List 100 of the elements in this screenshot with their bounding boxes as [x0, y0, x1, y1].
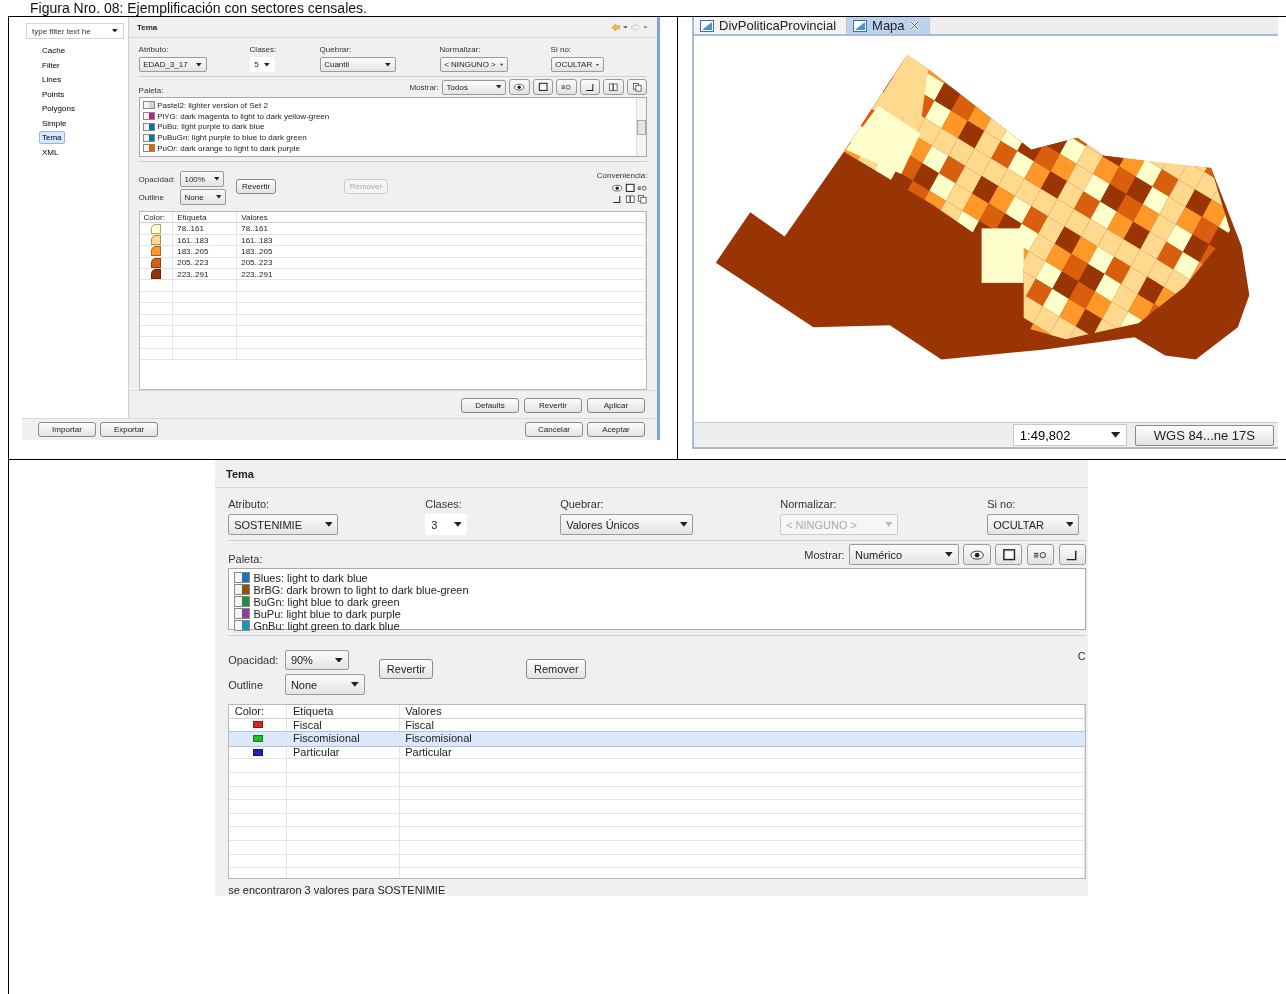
number-dropdown[interactable]: 3	[425, 514, 468, 535]
convenience-label: C	[1077, 649, 1086, 662]
tree-item[interactable]: Polygons	[39, 102, 78, 115]
dropdown[interactable]: 100%	[179, 171, 224, 187]
toggle-button[interactable]	[556, 79, 577, 95]
outline-label: Outline	[138, 192, 165, 202]
tab[interactable]: DivPoliticaProvincial	[694, 17, 848, 34]
field-label: Si no:	[987, 498, 1016, 511]
copy-icon	[632, 81, 643, 93]
eye-icon	[612, 182, 623, 194]
legend-row[interactable]: 223..291 223..291	[139, 269, 647, 281]
field-label: Normalizar:	[439, 45, 481, 55]
caret-icon	[1065, 522, 1074, 527]
dialog-button[interactable]: Aceptar	[587, 422, 645, 437]
toggle-button[interactable]	[1026, 544, 1055, 565]
show-label: Mostrar:	[804, 548, 845, 561]
palette-item[interactable]: PuBu: light purple to dark blue	[142, 121, 633, 133]
table-cell: 161..183	[173, 234, 238, 246]
dropdown[interactable]: < NINGUNO >	[439, 57, 508, 73]
dropdown[interactable]: None	[284, 674, 365, 696]
corner-line-icon	[584, 81, 596, 93]
field-label: Clases:	[425, 498, 462, 511]
panel-title: Tema	[137, 22, 158, 32]
dropdown[interactable]: OCULTAR	[987, 514, 1080, 535]
dialog-button[interactable]: Revertir	[524, 398, 582, 413]
palette-item[interactable]: PuOr: dark orange to light to dark purple	[142, 143, 633, 154]
palette-item[interactable]: GnBu: light green to dark blue	[233, 619, 1081, 632]
table-cell: Particular	[287, 745, 400, 759]
dialog-button[interactable]: Importar	[38, 422, 96, 437]
palette-item[interactable]: PiYG: dark magenta to light to dark yellow-green	[142, 110, 633, 122]
toggle-button[interactable]	[532, 79, 554, 95]
dropdown[interactable]: None	[179, 189, 226, 205]
dialog-button[interactable]: Exportar	[100, 422, 158, 437]
dropdown[interactable]: SOSTENIMIE	[228, 514, 339, 535]
toggle-button[interactable]	[627, 79, 648, 95]
figure-caption: Figura Nro. 08: Ejemplificación con sectores censales.	[29, 0, 368, 16]
palette-item[interactable]: PuBuGn: light purple to blue to dark green	[142, 132, 633, 144]
toggle-button[interactable]	[963, 544, 991, 565]
tree-item[interactable]: Tema	[39, 131, 65, 144]
tree-item[interactable]: Cache	[39, 44, 69, 57]
tab-label: DivPoliticaProvincial	[719, 18, 837, 33]
palette-swatch	[142, 144, 155, 153]
caret-icon	[499, 62, 503, 67]
dialog-button[interactable]: Aplicar	[587, 398, 645, 413]
dropdown[interactable]: Valores Únicos	[560, 514, 694, 535]
field-label: Quebrar:	[319, 45, 352, 55]
toggle-button[interactable]	[1058, 544, 1086, 565]
show-label: Mostrar:	[409, 82, 439, 92]
column-header: Valores	[237, 212, 647, 223]
legend-row[interactable]: Fiscomisional Fiscomisional	[229, 732, 1085, 746]
tree-item[interactable]: Lines	[39, 73, 65, 86]
dropdown[interactable]: Todos	[441, 79, 506, 95]
remove-button[interactable]: Remover	[526, 659, 587, 679]
number-dropdown[interactable]: 5	[249, 57, 275, 73]
panel-title: Tema	[226, 467, 254, 480]
legend-row[interactable]: 183..205 183..205	[139, 246, 647, 258]
tab[interactable]: Mapa	[847, 17, 930, 34]
tree-item[interactable]: Filter	[39, 58, 63, 72]
table-cell: Fiscomisional	[287, 732, 400, 745]
back-arrow-icon[interactable]	[610, 22, 629, 32]
filter-field[interactable]: type filter text he	[26, 23, 124, 39]
tree-item[interactable]: XML	[39, 145, 62, 159]
copy-icon	[637, 194, 648, 205]
crs-button[interactable]: WGS 84...ne 17S	[1134, 424, 1274, 446]
dialog-button[interactable]: Cancelar	[525, 422, 583, 437]
toggle-button[interactable]	[603, 79, 624, 95]
legend-row[interactable]: Particular Particular	[229, 745, 1085, 760]
legend-row[interactable]: 161..183 161..183	[139, 234, 647, 247]
tree-item[interactable]: Points	[39, 87, 68, 101]
caret-icon	[495, 85, 502, 89]
scale-dropdown[interactable]: 1:49,802	[1012, 424, 1127, 446]
palette-label: Paleta:	[228, 553, 263, 566]
legend-row[interactable]: 78..161 78..161	[139, 223, 647, 235]
tree-item[interactable]: Simple	[39, 116, 70, 130]
dropdown[interactable]: EDAD_3_17	[138, 57, 207, 73]
toggle-button[interactable]	[995, 544, 1023, 565]
toggle-button[interactable]	[579, 79, 601, 95]
table-cell: Fiscomisional	[399, 732, 1085, 745]
caret-icon	[215, 195, 222, 199]
field-label: Si no:	[550, 45, 572, 55]
dropdown[interactable]: Cuantil	[319, 57, 396, 73]
dropdown[interactable]: 90%	[284, 649, 349, 671]
caret-icon	[264, 62, 270, 67]
toggle-button[interactable]	[509, 79, 530, 95]
legend-row[interactable]: 205..223 205..223	[139, 257, 647, 269]
outline-label: Outline	[228, 678, 265, 691]
scrollbar[interactable]	[635, 98, 647, 157]
dropdown[interactable]: Numérico	[849, 544, 960, 566]
revert-button[interactable]: Revertir	[379, 659, 433, 679]
palette-swatch	[142, 101, 155, 110]
close-icon[interactable]	[909, 21, 919, 30]
palette-item[interactable]: Pastel2: lighter version of Set 2	[142, 99, 633, 111]
revert-button[interactable]: Revertir	[236, 178, 276, 194]
dialog-button[interactable]: Defaults	[461, 398, 519, 413]
column-header: Color:	[229, 704, 288, 718]
palette-item[interactable]: BuPu: light blue to dark purple	[233, 607, 1081, 620]
dropdown[interactable]: OCULTAR	[550, 57, 604, 73]
palette-item[interactable]: Blues: light to dark blue	[233, 571, 1081, 584]
palette-item[interactable]: BuGn: light blue to dark green	[233, 595, 1081, 608]
palette-item[interactable]: BrBG: dark brown to light to dark blue-green	[233, 583, 1081, 596]
